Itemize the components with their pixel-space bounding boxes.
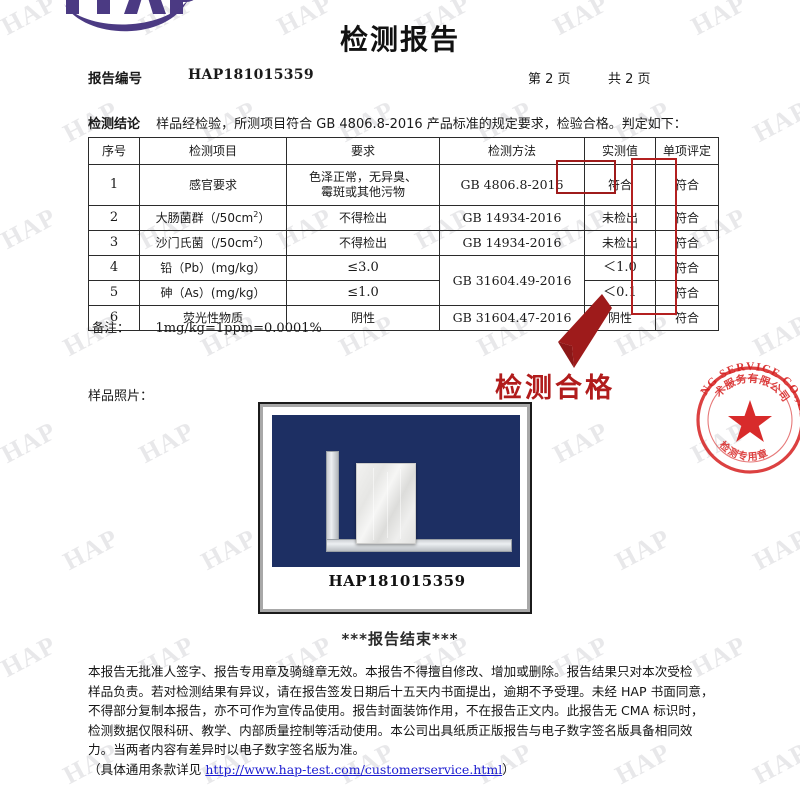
results-table: 序号 检测项目 要求 检测方法 实测值 单项评定 1 感官要求 色泽正常，无异臭…	[88, 137, 719, 331]
footer-line: 不得部分复制本报告，亦不可作为宣传品使用。报告封面装饰作用，不在报告正文内。此报…	[88, 703, 704, 718]
column-header-method: 检测方法	[439, 137, 585, 165]
cell-requirement: 不得检出	[286, 230, 440, 256]
cell-method: GB 31604.47-2016	[439, 305, 585, 331]
footer-link-suffix: ）	[502, 761, 515, 777]
column-header-item: 检测项目	[139, 137, 287, 165]
cell-method: GB 4806.8-2016	[439, 164, 585, 206]
sample-photo-caption: HAP181015359	[328, 572, 466, 590]
svg-text:检测专用章: 检测专用章	[717, 438, 770, 463]
cell-no: 1	[88, 164, 140, 206]
sample-photo-image	[272, 415, 520, 567]
conclusion-label: 检测结论	[88, 117, 141, 132]
ruler-vertical	[326, 451, 339, 551]
page-current-label: 第 2 页	[528, 72, 571, 87]
cell-verdict: 符合	[655, 230, 719, 256]
pass-annotation-label: 检测合格	[495, 373, 615, 404]
sample-sheet	[356, 463, 416, 544]
page-total-label: 共 2 页	[608, 72, 651, 87]
cell-verdict: 符合	[655, 205, 719, 231]
cell-method: GB 14934-2016	[439, 230, 585, 256]
cell-item: 铅（Pb）(mg/kg）	[139, 255, 287, 281]
footer-link-line: （具体通用条款详见 http://www.hap-test.com/custom…	[88, 760, 716, 780]
cell-value: ＜0.1	[584, 280, 656, 306]
cell-item: 感官要求	[139, 164, 287, 206]
cell-verdict: 符合	[655, 305, 719, 331]
cell-item: 大肠菌群（/50cm2）	[139, 205, 287, 231]
requirement-line-1: 色泽正常，无异臭、	[308, 170, 417, 184]
cell-verdict: 符合	[655, 280, 719, 306]
footer-line: 检测数据仅限科研、教学、内部质量控制等活动使用。本公司出具纸质正版报告与电子数字…	[88, 722, 693, 738]
report-number-label: 报告编号	[88, 71, 142, 87]
sample-photo-frame: HAP181015359	[258, 402, 532, 614]
cell-requirement: ≤1.0	[286, 280, 440, 306]
table-row: 3 沙门氏菌（/50cm2） 不得检出 GB 14934-2016 未检出 符合	[88, 230, 719, 256]
table-header-row: 序号 检测项目 要求 检测方法 实测值 单项评定	[88, 137, 719, 165]
requirement-line-2: 霉斑或其他污物	[320, 185, 405, 199]
svg-text:术服务有限公司: 术服务有限公司	[711, 372, 792, 405]
column-header-verdict: 单项评定	[655, 137, 719, 165]
cell-no: 4	[88, 255, 140, 281]
cell-item: 沙门氏菌（/50cm2）	[139, 230, 287, 256]
company-seal-stamp: NG SERVICE CO.,LTD. 术服务有限公司 检测专用章	[681, 347, 800, 484]
cell-requirement: ≤3.0	[286, 255, 440, 281]
cell-item: 砷（As）(mg/kg）	[139, 280, 287, 306]
cell-value: 未检出	[584, 205, 656, 231]
cell-requirement: 不得检出	[286, 205, 440, 231]
cell-verdict: 符合	[655, 164, 719, 206]
report-number-row: 报告编号 HAP181015359 第 2 页 共 2 页	[88, 67, 712, 87]
svg-text:NG SERVICE CO.,LTD.: NG SERVICE CO.,LTD.	[686, 356, 800, 420]
cell-value: ＜1.0	[584, 255, 656, 281]
cell-value: 阴性	[584, 305, 656, 331]
report-page: 检测报告 报告编号 HAP181015359 第 2 页 共 2 页 检测结论 …	[0, 0, 800, 800]
table-row: 1 感官要求 色泽正常，无异臭、 霉斑或其他污物 GB 4806.8-2016 …	[88, 164, 719, 206]
footer-link-prefix: （具体通用条款详见	[88, 761, 206, 777]
cell-method: GB 31604.49-2016	[439, 255, 585, 306]
note-label: 备注：	[92, 320, 130, 335]
column-header-no: 序号	[88, 137, 140, 165]
cell-verdict: 符合	[655, 255, 719, 281]
footer-line: 本报告无批准人签字、报告专用章及骑缝章无效。本报告不得擅自修改、增加或删除。报告…	[88, 664, 693, 679]
table-row: 2 大肠菌群（/50cm2） 不得检出 GB 14934-2016 未检出 符合	[88, 205, 719, 231]
sample-photo-label: 样品照片：	[88, 389, 154, 404]
cell-value: 符合	[584, 164, 656, 206]
column-header-req: 要求	[286, 137, 440, 165]
conclusion-line: 检测结论 样品经检验，所测项目符合 GB 4806.8-2016 产品标准的规定…	[88, 113, 728, 132]
note-line: 备注： 1mg/kg=1ppm=0.0001%	[92, 317, 322, 336]
note-text: 1mg/kg=1ppm=0.0001%	[155, 321, 322, 336]
footer-notes: 本报告无批准人签字、报告专用章及骑缝章无效。本报告不得擅自修改、增加或删除。报告…	[88, 662, 716, 779]
footer-line: 力。当两者内容有差异时以电子数字签名版为准。	[88, 742, 366, 757]
customer-service-link[interactable]: http://www.hap-test.com/customerservice.…	[205, 762, 502, 777]
cell-requirement: 色泽正常，无异臭、 霉斑或其他污物	[286, 164, 440, 206]
cell-no: 2	[88, 205, 140, 231]
cell-no: 5	[88, 280, 140, 306]
cell-value: 未检出	[584, 230, 656, 256]
conclusion-text: 样品经检验，所测项目符合 GB 4806.8-2016 产品标准的规定要求，检验…	[156, 117, 687, 132]
report-end-marker: ***报告结束***	[341, 630, 459, 648]
report-number-value: HAP181015359	[188, 67, 314, 83]
column-header-value: 实测值	[584, 137, 656, 165]
ruler-horizontal	[326, 539, 512, 552]
footer-line: 样品负责。若对检测结果有异议，请在报告签发日期后十五天内书面提出，逾期不予受理。…	[88, 683, 714, 699]
page-title: 检测报告	[339, 23, 460, 56]
cell-no: 3	[88, 230, 140, 256]
table-row: 4 铅（Pb）(mg/kg） ≤3.0 GB 31604.49-2016 ＜1.…	[88, 255, 719, 306]
cell-method: GB 14934-2016	[439, 205, 585, 231]
table-row: 5 砷（As）(mg/kg） ≤1.0 ＜0.1 符合	[88, 280, 719, 306]
